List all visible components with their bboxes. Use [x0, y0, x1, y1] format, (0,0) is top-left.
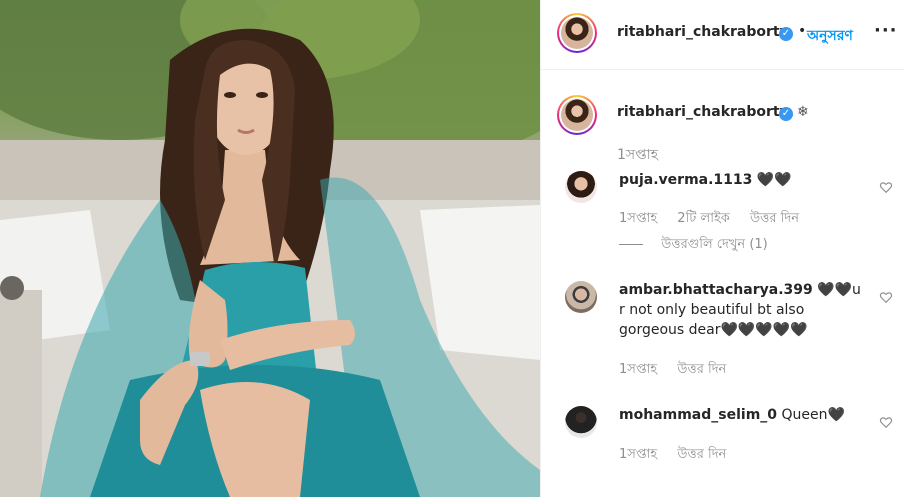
author-avatar[interactable] [557, 13, 597, 53]
comment-likes[interactable]: 2টি লাইক [677, 211, 730, 226]
comment-username[interactable]: puja.verma.1113 [619, 172, 752, 188]
verified-badge-icon: ✓ [779, 27, 793, 41]
comment: ambar.bhattacharya.399 🖤🖤u r not only be… [619, 280, 869, 340]
comment-username[interactable]: ambar.bhattacharya.399 [619, 282, 813, 298]
comment-meta: 1সপ্তাহ উত্তর দিন [619, 360, 742, 381]
comment-avatar[interactable] [565, 281, 597, 313]
comment-timestamp[interactable]: 1সপ্তাহ [619, 447, 657, 462]
post-header: ritabhari_chakraborty ✓ • অনুসরণ ··· [541, 0, 904, 70]
heart-outline-icon[interactable] [879, 180, 893, 194]
post-sidebar: ritabhari_chakraborty ✓ • অনুসরণ ··· rit… [540, 0, 904, 497]
more-options-icon[interactable]: ··· [874, 20, 898, 41]
comment: mohammad_selim_0 Queen🖤 [619, 405, 869, 425]
comment-meta: 1সপ্তাহ উত্তর দিন [619, 445, 742, 466]
view-replies-label: উত্তরগুলি দেখুন (1) [661, 237, 768, 252]
author-username[interactable]: ritabhari_chakraborty [617, 24, 789, 40]
reply-button[interactable]: উত্তর দিন [677, 362, 726, 377]
verified-badge-icon: ✓ [779, 107, 793, 121]
post-image [0, 0, 540, 497]
comment-meta: 1সপ্তাহ 2টি লাইক উত্তর দিন [619, 209, 815, 230]
comment-avatar[interactable] [565, 171, 597, 203]
reply-button[interactable]: উত্তর দিন [677, 447, 726, 462]
heart-outline-icon[interactable] [879, 290, 893, 304]
comment-timestamp[interactable]: 1সপ্তাহ [619, 211, 657, 226]
reply-button[interactable]: উত্তর দিন [750, 211, 799, 226]
comment-username[interactable]: mohammad_selim_0 [619, 407, 777, 423]
post-photo[interactable] [0, 0, 540, 497]
replies-divider [619, 244, 643, 245]
caption-username[interactable]: ritabhari_chakraborty [617, 104, 789, 120]
comment: puja.verma.1113 🖤🖤 [619, 170, 869, 190]
caption-timestamp[interactable]: 1সপ্তাহ [617, 143, 658, 167]
comment-avatar[interactable] [565, 406, 597, 438]
comment-text: 🖤🖤 [756, 172, 792, 188]
view-replies-button[interactable]: উত্তরগুলি দেখুন (1) [619, 235, 768, 256]
separator-dot: • [798, 23, 807, 39]
caption-avatar[interactable] [557, 95, 597, 135]
heart-outline-icon[interactable] [879, 415, 893, 429]
comment-timestamp[interactable]: 1সপ্তাহ [619, 362, 657, 377]
comment-text: Queen🖤 [781, 407, 845, 423]
caption-text: ❄ [797, 104, 809, 120]
follow-button[interactable]: অনুসরণ [807, 24, 853, 48]
